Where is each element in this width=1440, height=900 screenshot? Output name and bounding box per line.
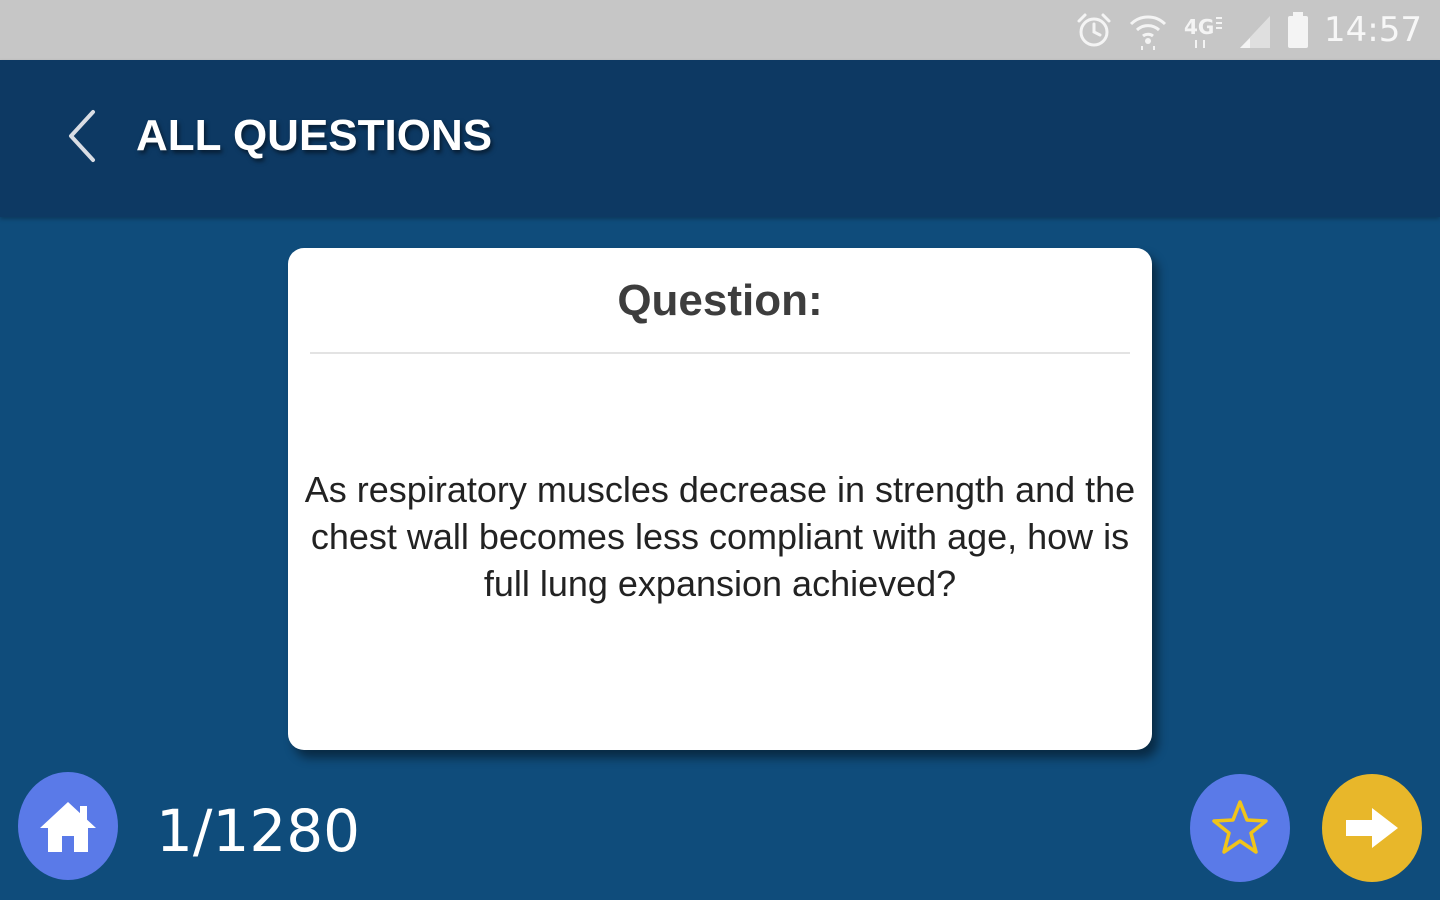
status-bar: 4G 14:57 (0, 0, 1440, 60)
next-button[interactable] (1322, 774, 1422, 882)
home-icon (40, 802, 96, 852)
app-header: ALL QUESTIONS (0, 60, 1440, 217)
network-4g-icon: 4G (1182, 10, 1224, 50)
network-4g-label: 4G (1184, 15, 1214, 39)
question-text: As respiratory muscles decrease in stren… (304, 469, 1136, 604)
alarm-icon (1074, 10, 1114, 50)
page-title: ALL QUESTIONS (136, 111, 493, 160)
star-icon (1212, 800, 1268, 854)
status-time: 14:57 (1324, 10, 1422, 50)
wifi-icon (1128, 10, 1168, 50)
favorite-button[interactable] (1190, 774, 1290, 882)
chevron-left-icon (69, 110, 95, 162)
signal-icon (1238, 10, 1272, 50)
home-button[interactable] (18, 772, 118, 880)
question-heading: Question: (617, 276, 823, 325)
back-button[interactable] (48, 96, 118, 176)
status-icons: 4G 14:57 (1074, 0, 1422, 60)
question-card: Question: As respiratory muscles decreas… (288, 248, 1152, 750)
card-divider (310, 352, 1130, 354)
question-counter: 1/1280 (156, 797, 361, 865)
arrow-right-icon (1346, 808, 1398, 848)
battery-icon (1286, 10, 1310, 50)
